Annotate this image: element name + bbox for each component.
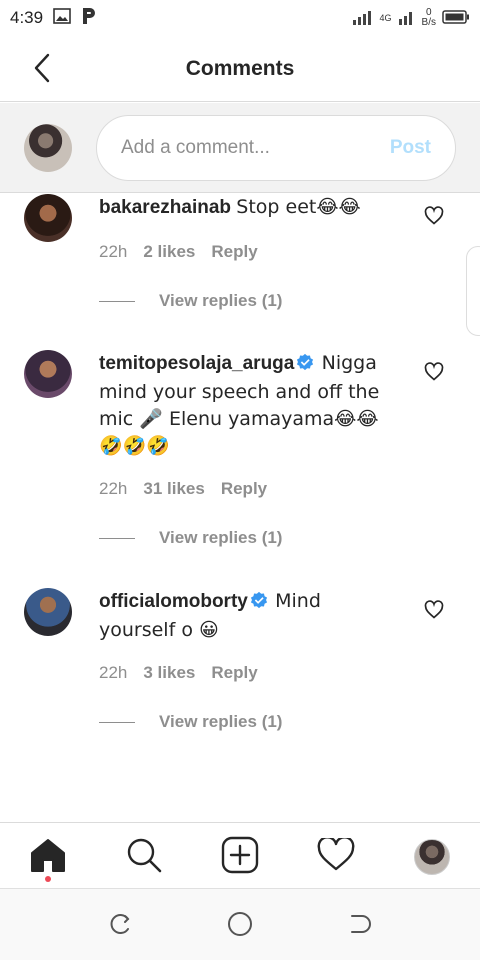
tab-profile[interactable] [410, 835, 454, 879]
recents-icon [108, 912, 132, 941]
signal-icon [352, 9, 374, 28]
back-nav-icon [348, 912, 372, 941]
comment-text: officialomoborty Mind yourself o 😀 [99, 588, 399, 644]
status-bar: 4:39 4G 0 B/s [0, 0, 480, 36]
comment-time: 22h [99, 479, 128, 498]
search-icon [125, 836, 163, 879]
tab-activity[interactable] [314, 835, 358, 879]
heart-icon [317, 835, 355, 877]
home-nav-button[interactable] [225, 911, 255, 941]
verified-badge-icon [250, 590, 268, 617]
post-button[interactable]: Post [390, 137, 431, 159]
notification-dot [45, 876, 51, 882]
signal-icon-2 [398, 9, 416, 28]
verified-badge-icon [296, 352, 314, 379]
comment-avatar[interactable] [24, 194, 72, 242]
comment-input[interactable] [121, 137, 390, 159]
home-icon [29, 837, 67, 878]
comment-composer: Post [0, 103, 480, 193]
comments-list[interactable]: bakarezhainab Stop eet😂😂 22h 2 likes Rep… [0, 194, 480, 822]
comment-likes[interactable]: 31 likes [143, 479, 204, 499]
divider-line [99, 300, 135, 302]
view-replies-label: View replies (1) [159, 528, 283, 547]
comment-likes[interactable]: 3 likes [143, 663, 195, 683]
network-type: 4G [379, 13, 392, 23]
comment-time: 22h [99, 663, 128, 682]
comment-username[interactable]: bakarezhainab [99, 197, 231, 218]
p-app-icon [81, 7, 97, 30]
tab-home[interactable] [26, 835, 70, 879]
back-nav-button[interactable] [345, 911, 375, 941]
system-navigation-bar [0, 888, 480, 960]
bottom-tab-bar [0, 822, 480, 888]
heart-icon[interactable] [424, 362, 446, 384]
tab-search[interactable] [122, 835, 166, 879]
comment-text: bakarezhainab Stop eet😂😂 [99, 194, 399, 221]
view-replies-label: View replies (1) [159, 291, 283, 310]
circle-home-icon [227, 911, 253, 942]
profile-avatar [414, 839, 450, 875]
comment-meta: 22h 2 likes Reply [99, 242, 258, 262]
heart-icon[interactable] [424, 600, 446, 622]
comment-meta: 22h 3 likes Reply [99, 663, 258, 683]
comment-time: 22h [99, 242, 128, 261]
divider-line [99, 721, 135, 723]
comment-username[interactable]: officialomoborty [99, 591, 248, 612]
add-post-icon [221, 836, 259, 879]
status-time: 4:39 [10, 8, 44, 27]
comment-message: Stop eet😂😂 [236, 196, 361, 218]
divider-line [99, 537, 135, 539]
comment-meta: 22h 31 likes Reply [99, 479, 267, 499]
comment-avatar[interactable] [24, 588, 72, 636]
tab-add-post[interactable] [218, 835, 262, 879]
comment-input-box: Post [96, 115, 456, 181]
current-user-avatar [24, 124, 72, 172]
net-speed: 0 B/s [422, 8, 436, 28]
comment-likes[interactable]: 2 likes [143, 242, 195, 262]
view-replies-button[interactable]: View replies (1) [99, 712, 282, 732]
page-title: Comments [185, 56, 295, 80]
reply-button[interactable]: Reply [211, 242, 257, 262]
view-replies-button[interactable]: View replies (1) [99, 528, 282, 548]
chevron-left-icon [33, 53, 51, 88]
back-button[interactable] [22, 50, 62, 90]
comment-username[interactable]: temitopesolaja_aruga [99, 353, 294, 374]
net-speed-unit: B/s [421, 17, 436, 28]
recents-button[interactable] [105, 911, 135, 941]
view-replies-button[interactable]: View replies (1) [99, 291, 282, 311]
comment-text: temitopesolaja_aruga Nigga mind your spe… [99, 350, 399, 460]
battery-icon [442, 9, 470, 27]
view-replies-label: View replies (1) [159, 712, 283, 731]
reply-button[interactable]: Reply [221, 479, 267, 499]
gallery-icon [53, 7, 71, 29]
heart-icon[interactable] [424, 206, 446, 228]
reply-button[interactable]: Reply [211, 663, 257, 683]
edge-panel-handle[interactable] [466, 246, 480, 336]
comment-avatar[interactable] [24, 350, 72, 398]
header: Comments [0, 36, 480, 102]
